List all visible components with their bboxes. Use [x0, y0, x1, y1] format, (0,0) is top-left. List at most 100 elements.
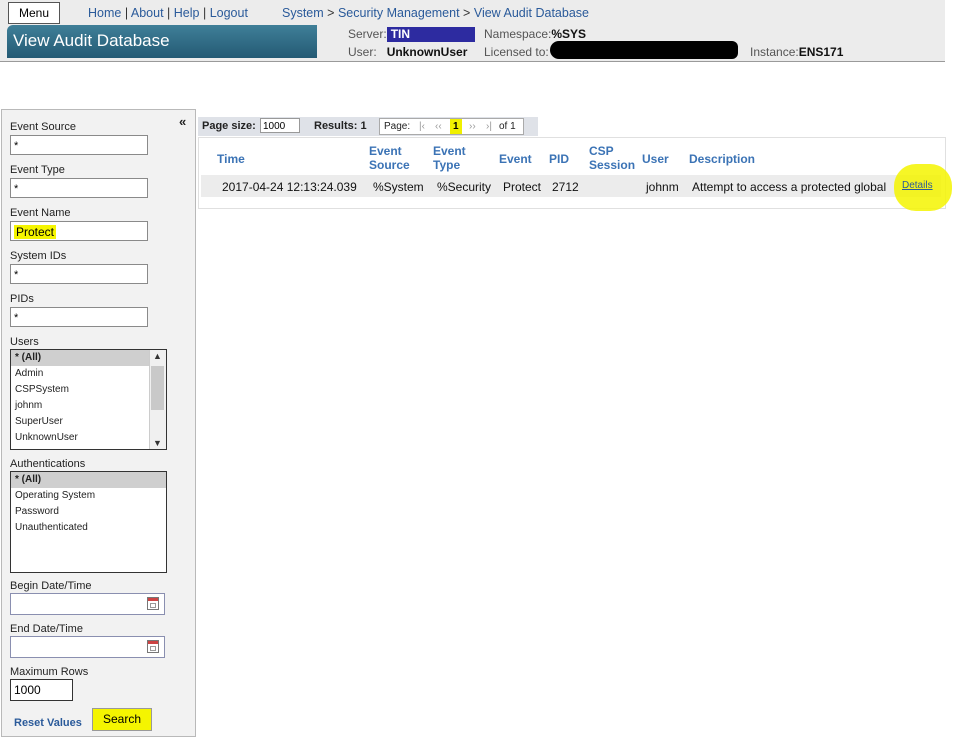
- event-name-value: Protect: [14, 225, 57, 239]
- event-name-label: Event Name: [10, 207, 71, 219]
- authentications-listbox[interactable]: * (All) Operating System Password Unauth…: [10, 471, 167, 573]
- reset-values-link[interactable]: Reset Values: [14, 717, 82, 729]
- prev-page-icon[interactable]: ‹‹: [435, 119, 442, 134]
- scroll-up-icon[interactable]: ▲: [153, 351, 162, 361]
- next-page-icon[interactable]: ››: [469, 119, 476, 134]
- end-date-input[interactable]: [10, 636, 165, 658]
- column-header-csp-session[interactable]: CSP Session: [589, 144, 635, 172]
- calendar-icon[interactable]: [147, 640, 159, 653]
- event-type-input[interactable]: *: [10, 178, 148, 198]
- list-item[interactable]: Password: [11, 504, 166, 520]
- column-header-pid[interactable]: PID: [549, 152, 569, 166]
- list-item[interactable]: UnknownUser: [11, 430, 166, 446]
- list-item[interactable]: Operating System: [11, 488, 166, 504]
- current-page[interactable]: 1: [450, 119, 462, 134]
- page-size-input[interactable]: 1000: [260, 118, 300, 133]
- licensed-label: Licensed to:: [484, 45, 549, 59]
- event-name-input[interactable]: Protect: [10, 221, 148, 241]
- last-page-icon[interactable]: ›|: [486, 119, 492, 134]
- end-date-label: End Date/Time: [10, 623, 83, 635]
- column-header-label: User: [642, 152, 669, 166]
- namespace-label: Namespace:: [484, 27, 552, 41]
- search-button[interactable]: Search: [92, 708, 152, 731]
- column-header-description[interactable]: Description: [689, 152, 755, 166]
- breadcrumb-security-management[interactable]: Security Management: [338, 6, 460, 20]
- system-ids-input[interactable]: *: [10, 264, 148, 284]
- column-header-event-type[interactable]: Event Type: [433, 144, 466, 172]
- filter-pane: « Event Source * Event Type * Event Name…: [1, 109, 196, 737]
- pager: Page: |‹ ‹‹ 1 ›› ›| of 1: [379, 118, 524, 135]
- breadcrumb-separator: >: [463, 6, 471, 20]
- home-link[interactable]: Home: [88, 6, 121, 20]
- namespace-value: %SYS: [551, 27, 587, 41]
- collapse-pane-icon[interactable]: «: [179, 114, 186, 129]
- results-count: Results: 1: [314, 120, 367, 132]
- breadcrumb-view-audit-database[interactable]: View Audit Database: [474, 6, 589, 20]
- system-ids-label: System IDs: [10, 250, 67, 262]
- server-info: Server: TIN: [348, 27, 475, 43]
- authentications-label: Authentications: [10, 458, 86, 470]
- max-rows-input[interactable]: 1000: [10, 679, 73, 701]
- link-separator: |: [124, 6, 129, 20]
- column-header-event-source[interactable]: Event Source: [369, 144, 410, 172]
- column-header-label: Event: [433, 144, 466, 158]
- column-header-label: CSP: [589, 144, 614, 158]
- page-title-bar: View Audit Database: [7, 25, 317, 58]
- about-link[interactable]: About: [131, 6, 164, 20]
- column-header-label: Event: [499, 152, 532, 166]
- top-links: Home | About | Help | Logout: [88, 6, 248, 20]
- table-row[interactable]: 2017-04-24 12:13:24.039 %System %Securit…: [201, 175, 941, 197]
- cell-pid: 2712: [552, 180, 579, 194]
- column-header-label: Description: [689, 152, 756, 166]
- column-header-label: Type: [433, 158, 461, 172]
- column-header-label: Time: [217, 152, 245, 166]
- logout-link[interactable]: Logout: [210, 6, 248, 20]
- breadcrumb-system[interactable]: System: [282, 6, 324, 20]
- pids-label: PIDs: [10, 293, 34, 305]
- calendar-icon[interactable]: [147, 597, 159, 610]
- list-item[interactable]: * (All): [11, 472, 166, 488]
- column-header-label: Source: [369, 158, 410, 172]
- users-listbox[interactable]: * (All) Admin CSPSystem johnm SuperUser …: [10, 349, 167, 450]
- cell-description: Attempt to access a protected global: [692, 180, 887, 194]
- details-link[interactable]: Details: [902, 180, 933, 191]
- page-of-label: of 1: [499, 121, 516, 132]
- list-item[interactable]: CSPSystem: [11, 382, 166, 398]
- breadcrumb-separator: >: [327, 6, 335, 20]
- pids-input[interactable]: *: [10, 307, 148, 327]
- list-item[interactable]: Admin: [11, 366, 166, 382]
- scroll-down-icon[interactable]: ▼: [153, 438, 162, 448]
- list-item[interactable]: * (All): [11, 350, 150, 366]
- cell-time: 2017-04-24 12:13:24.039: [222, 180, 357, 194]
- cell-user: johnm: [646, 180, 679, 194]
- first-page-icon[interactable]: |‹: [419, 119, 425, 134]
- list-item[interactable]: SuperUser: [11, 414, 166, 430]
- user-value: UnknownUser: [386, 45, 468, 59]
- users-scrollbar[interactable]: ▲ ▼: [149, 350, 166, 449]
- results-toolbar: Page size: 1000 Results: 1 Page: |‹ ‹‹ 1…: [198, 117, 538, 136]
- column-header-user[interactable]: User: [642, 152, 669, 166]
- page-title: View Audit Database: [13, 31, 170, 50]
- begin-date-input[interactable]: [10, 593, 165, 615]
- column-header-event[interactable]: Event: [499, 152, 532, 166]
- server-value: TIN: [386, 27, 475, 43]
- menu-button[interactable]: Menu: [8, 2, 60, 24]
- list-item[interactable]: Unauthenticated: [11, 520, 166, 536]
- instance-label: Instance:: [750, 45, 799, 59]
- user-label: User:: [348, 45, 377, 59]
- max-rows-label: Maximum Rows: [10, 666, 89, 678]
- list-item[interactable]: johnm: [11, 398, 166, 414]
- scrollbar-thumb[interactable]: [151, 366, 164, 410]
- column-header-time[interactable]: Time: [217, 152, 245, 166]
- cell-event: Protect: [503, 180, 542, 194]
- event-source-input[interactable]: *: [10, 135, 148, 155]
- help-link[interactable]: Help: [174, 6, 200, 20]
- instance-info: Instance:ENS171: [750, 45, 843, 59]
- users-label: Users: [10, 336, 39, 348]
- top-header: Menu Home | About | Help | Logout System…: [0, 0, 945, 62]
- cell-event-source: %System: [373, 180, 424, 194]
- licensed-info: Licensed to:: [484, 45, 549, 59]
- namespace-info: Namespace:%SYS: [484, 27, 586, 41]
- page-label: Page:: [384, 121, 411, 132]
- column-header-label: Event: [369, 144, 402, 158]
